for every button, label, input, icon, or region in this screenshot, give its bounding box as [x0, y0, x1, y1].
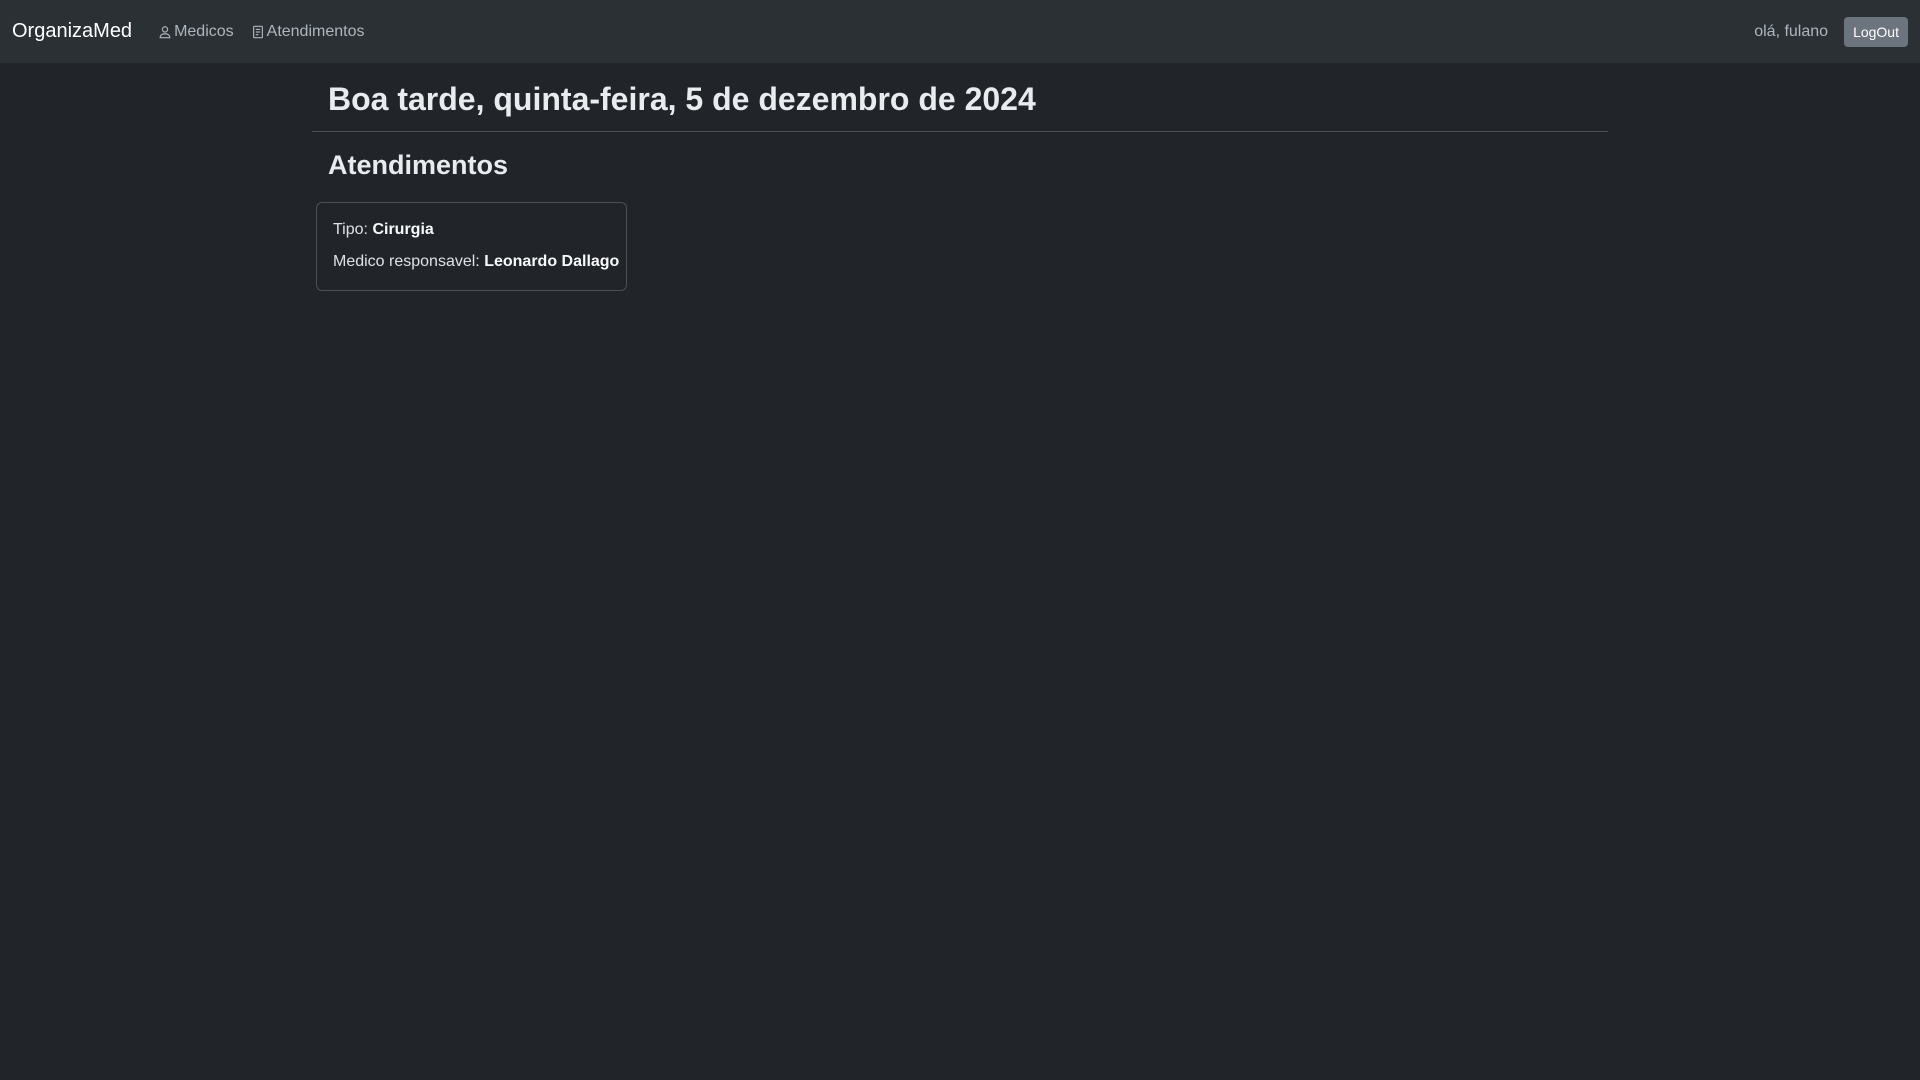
- card-medico: Medico responsavel: Leonardo Dallago: [333, 252, 619, 272]
- section-title-atendimentos: Atendimentos: [328, 150, 509, 180]
- nav-link-medicos[interactable]: Medicos: [158, 23, 234, 41]
- card-medico-label: Medico responsavel:: [333, 253, 480, 270]
- clipboard-icon: [251, 25, 265, 39]
- brand-link[interactable]: OrganizaMed: [12, 20, 132, 43]
- person-icon: [158, 25, 172, 39]
- card-medico-value: Leonardo Dallago: [484, 253, 620, 270]
- navbar-user-area: olá, fulano LogOut: [1754, 16, 1908, 47]
- atendimento-card[interactable]: Tipo: Cirurgia Medico responsavel: Leona…: [316, 202, 627, 291]
- user-greeting: olá, fulano: [1754, 22, 1829, 40]
- main-content: Boa tarde, quinta-feira, 5 de dezembro d…: [312, 63, 1608, 291]
- logout-button[interactable]: LogOut: [1844, 16, 1908, 47]
- card-tipo: Tipo: Cirurgia: [333, 220, 610, 240]
- nav-link-atendimentos-label: Atendimentos: [266, 22, 365, 40]
- nav-link-atendimentos[interactable]: Atendimentos: [251, 22, 365, 41]
- card-tipo-value: Cirurgia: [372, 221, 434, 238]
- card-tipo-label: Tipo:: [333, 221, 368, 238]
- page-title: Boa tarde, quinta-feira, 5 de dezembro d…: [312, 63, 1608, 132]
- navbar: OrganizaMed Medicos Atendimentos olá, fu…: [0, 0, 1920, 63]
- nav-link-medicos-label: Medicos: [174, 22, 234, 40]
